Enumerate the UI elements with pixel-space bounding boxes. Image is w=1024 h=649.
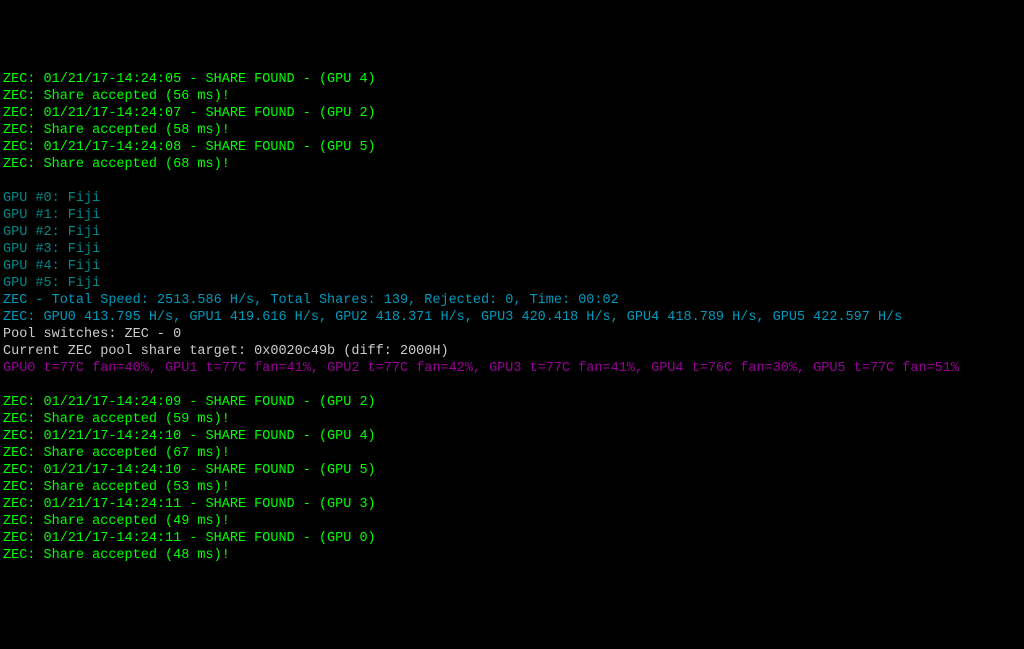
log-line: ZEC: 01/21/17-14:24:05 - SHARE FOUND - (… <box>3 71 1021 88</box>
log-line: ZEC: Share accepted (53 ms)! <box>3 479 1021 496</box>
log-line: ZEC: Share accepted (67 ms)! <box>3 445 1021 462</box>
log-line: ZEC: 01/21/17-14:24:10 - SHARE FOUND - (… <box>3 428 1021 445</box>
log-line: ZEC: Share accepted (68 ms)! <box>3 156 1021 173</box>
terminal-output: ZEC: 01/21/17-14:24:05 - SHARE FOUND - (… <box>3 71 1021 564</box>
log-line: GPU #5: Fiji <box>3 275 1021 292</box>
log-line: ZEC - Total Speed: 2513.586 H/s, Total S… <box>3 292 1021 309</box>
log-line: ZEC: GPU0 413.795 H/s, GPU1 419.616 H/s,… <box>3 309 1021 326</box>
log-line: GPU #0: Fiji <box>3 190 1021 207</box>
log-line: Current ZEC pool share target: 0x0020c49… <box>3 343 1021 360</box>
log-line: ZEC: 01/21/17-14:24:07 - SHARE FOUND - (… <box>3 105 1021 122</box>
log-line: ZEC: Share accepted (48 ms)! <box>3 547 1021 564</box>
log-line: ZEC: Share accepted (56 ms)! <box>3 88 1021 105</box>
log-line <box>3 377 1021 394</box>
log-line: GPU #2: Fiji <box>3 224 1021 241</box>
log-line: ZEC: 01/21/17-14:24:11 - SHARE FOUND - (… <box>3 496 1021 513</box>
log-line: GPU #3: Fiji <box>3 241 1021 258</box>
log-line: GPU #1: Fiji <box>3 207 1021 224</box>
log-line: ZEC: Share accepted (58 ms)! <box>3 122 1021 139</box>
log-line: ZEC: 01/21/17-14:24:11 - SHARE FOUND - (… <box>3 530 1021 547</box>
log-line: ZEC: Share accepted (59 ms)! <box>3 411 1021 428</box>
log-line: ZEC: Share accepted (49 ms)! <box>3 513 1021 530</box>
log-line: ZEC: 01/21/17-14:24:10 - SHARE FOUND - (… <box>3 462 1021 479</box>
log-line <box>3 173 1021 190</box>
log-line: ZEC: 01/21/17-14:24:09 - SHARE FOUND - (… <box>3 394 1021 411</box>
log-line: ZEC: 01/21/17-14:24:08 - SHARE FOUND - (… <box>3 139 1021 156</box>
log-line: GPU #4: Fiji <box>3 258 1021 275</box>
log-line: Pool switches: ZEC - 0 <box>3 326 1021 343</box>
log-line: GPU0 t=77C fan=40%, GPU1 t=77C fan=41%, … <box>3 360 1021 377</box>
